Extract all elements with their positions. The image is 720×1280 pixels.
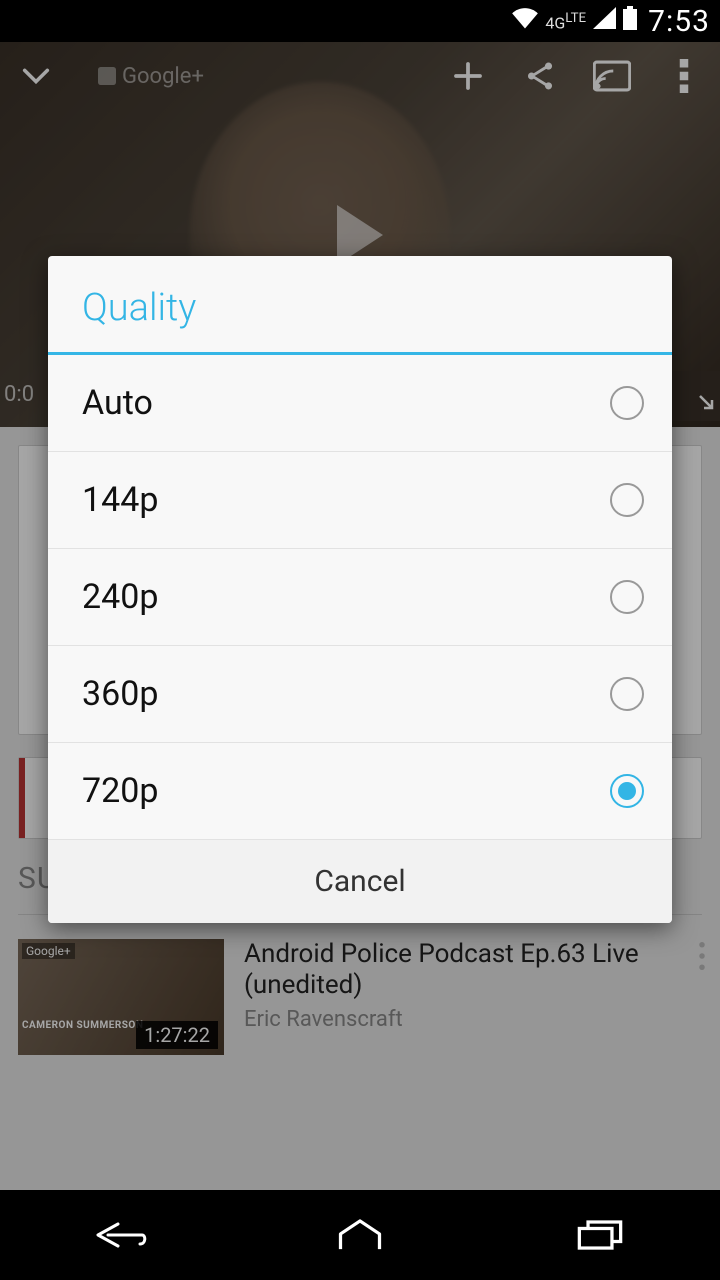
- quality-option-auto[interactable]: Auto: [48, 355, 672, 452]
- home-button[interactable]: [300, 1211, 420, 1259]
- quality-option-144p[interactable]: 144p: [48, 452, 672, 549]
- clock: 7:53: [648, 4, 710, 39]
- option-label: 144p: [82, 480, 158, 520]
- option-label: Auto: [82, 383, 153, 423]
- quality-option-720p[interactable]: 720p: [48, 743, 672, 840]
- network-label: 4G: [545, 13, 565, 32]
- network-type: 4GLTE: [545, 12, 586, 30]
- status-bar: 4GLTE 7:53: [0, 0, 720, 42]
- cancel-button[interactable]: Cancel: [48, 840, 672, 923]
- navigation-bar: [0, 1190, 720, 1280]
- dialog-title: Quality: [48, 256, 672, 355]
- quality-option-360p[interactable]: 360p: [48, 646, 672, 743]
- quality-option-240p[interactable]: 240p: [48, 549, 672, 646]
- radio-icon[interactable]: [610, 386, 644, 420]
- wifi-icon: [511, 6, 539, 36]
- radio-icon[interactable]: [610, 774, 644, 808]
- back-button[interactable]: [60, 1211, 180, 1259]
- signal-icon: [592, 6, 616, 36]
- radio-icon[interactable]: [610, 677, 644, 711]
- radio-icon[interactable]: [610, 483, 644, 517]
- quality-dialog: Quality Auto 144p 240p 360p 720p Cancel: [48, 256, 672, 923]
- radio-icon[interactable]: [610, 580, 644, 614]
- battery-icon: [622, 6, 638, 37]
- option-label: 360p: [82, 674, 158, 714]
- option-label: 720p: [82, 771, 158, 811]
- recents-button[interactable]: [540, 1211, 660, 1259]
- option-label: 240p: [82, 577, 158, 617]
- network-sub: LTE: [565, 11, 586, 26]
